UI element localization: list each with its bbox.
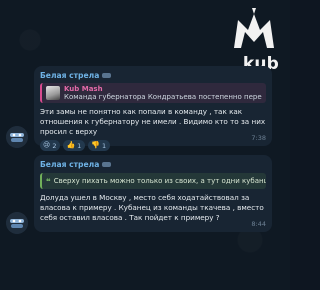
badge-icon (102, 73, 112, 78)
sender-name-row: Белая стрела (40, 160, 266, 169)
avatar[interactable] (6, 212, 28, 234)
sender-name-row: Белая стрела (40, 71, 266, 80)
thumbs-down-emoji-icon: 👎 (91, 141, 101, 149)
reaction-count: 1 (77, 141, 82, 150)
message-bubble[interactable]: Белая стрела ❝ Сверху пихать можно тольк… (34, 155, 272, 232)
thumbs-up-emoji-icon: 👍 (66, 141, 76, 149)
reactions-row: 😢 2 👍 1 👎 1 (40, 140, 266, 151)
reply-text: Команда губернатора Кондратьева постепен… (64, 92, 262, 101)
quote-text: Сверху пихать можно только из своих, а т… (53, 177, 266, 185)
reply-thumbnail-icon (46, 86, 60, 100)
message-bubble[interactable]: Белая стрела Kub Mash Команда губернатор… (34, 66, 272, 151)
message-text: Эти замы не понятно как попали в команду… (40, 107, 266, 136)
quote-block: ❝ Сверху пихать можно только из своих, а… (40, 173, 266, 189)
reaction-count: 2 (52, 141, 57, 150)
message-time: 8:44 (251, 220, 266, 228)
reply-preview[interactable]: Kub Mash Команда губернатора Кондратьева… (40, 83, 266, 103)
avatar[interactable] (6, 126, 28, 148)
sender-name[interactable]: Белая стрела (40, 160, 99, 169)
reaction-thumbs-down[interactable]: 👎 1 (88, 140, 111, 151)
reaction-crying[interactable]: 😢 2 (40, 140, 61, 151)
reply-author: Kub Mash (64, 84, 103, 93)
crying-emoji-icon: 😢 (43, 141, 51, 149)
reaction-thumbs-up[interactable]: 👍 1 (63, 140, 86, 151)
badge-icon (102, 162, 112, 167)
quote-icon: ❝ (46, 176, 51, 186)
message-time: 7:38 (251, 134, 266, 142)
message-text: Долуда ушел в Москву , место себя ходата… (40, 193, 264, 222)
sender-name[interactable]: Белая стрела (40, 71, 99, 80)
reaction-count: 1 (102, 141, 107, 150)
